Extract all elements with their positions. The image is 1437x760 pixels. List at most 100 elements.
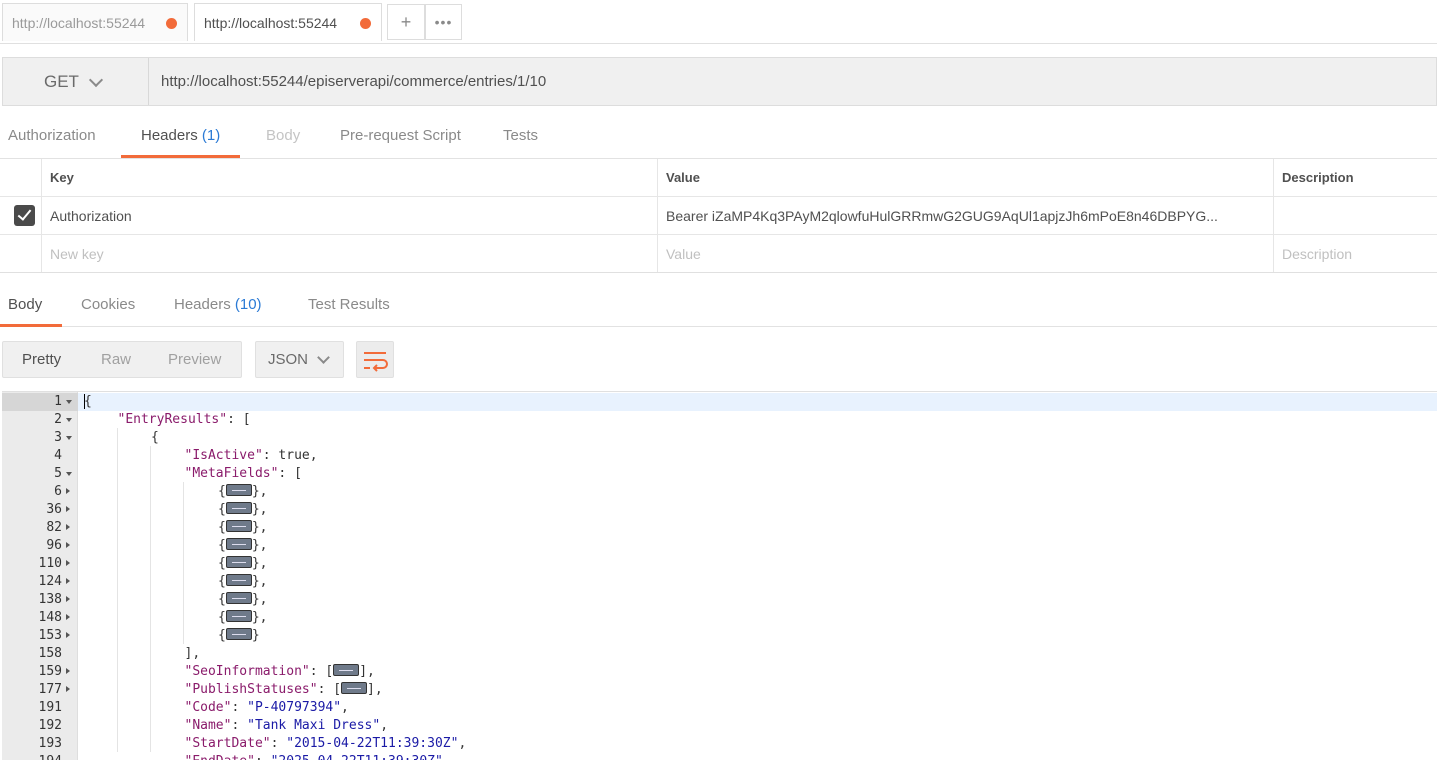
line-number: 159 <box>38 664 62 679</box>
fold-collapsed-icon[interactable] <box>66 596 70 602</box>
fold-expanded-icon[interactable] <box>66 418 72 422</box>
response-tab-test-results[interactable]: Test Results <box>308 287 390 327</box>
code-text: {}, <box>218 574 268 589</box>
column-header-description: Description <box>1282 170 1354 185</box>
tab-headers[interactable]: Headers (1) <box>121 118 241 158</box>
line-number: 96 <box>46 538 62 553</box>
fold-collapsed-icon[interactable] <box>66 668 70 674</box>
new-tab-button[interactable]: + <box>387 4 425 40</box>
response-tab-cookies[interactable]: Cookies <box>81 287 135 327</box>
request-tab-bar: http://localhost:55244 http://localhost:… <box>0 0 1437 44</box>
fold-expanded-icon[interactable] <box>66 472 72 476</box>
request-tab-2[interactable]: http://localhost:55244 <box>194 3 382 41</box>
fold-collapsed-icon[interactable] <box>66 524 70 530</box>
line-number: 2 <box>54 412 62 427</box>
table-row: Authorization Bearer iZaMP4Kq3PAyM2qlowf… <box>0 197 1437 235</box>
method-select[interactable]: GET <box>3 58 149 105</box>
format-select[interactable]: JSON <box>255 341 344 378</box>
new-value-input[interactable]: Value <box>657 235 1273 273</box>
folded-content-icon[interactable] <box>341 682 368 694</box>
folded-content-icon[interactable] <box>333 664 360 676</box>
header-description-field[interactable] <box>1273 197 1437 234</box>
line-number: 6 <box>54 484 62 499</box>
code-line: 5 "MetaFields": [ <box>2 465 1437 483</box>
url-bar: GET http://localhost:55244/episerverapi/… <box>2 57 1437 106</box>
tab-pre-request-label: Pre-request Script <box>340 127 461 144</box>
folded-content-icon[interactable] <box>225 574 252 586</box>
fold-expanded-icon[interactable] <box>66 400 72 404</box>
tab-authorization[interactable]: Authorization <box>8 118 96 158</box>
folded-content-icon[interactable] <box>225 628 252 640</box>
new-key-input[interactable]: New key <box>41 235 657 273</box>
response-tab-test-results-label: Test Results <box>308 296 390 313</box>
code-text: "StartDate": "2015-04-22T11:39:30Z", <box>184 736 467 751</box>
folded-content-icon[interactable] <box>225 610 252 622</box>
tab-body[interactable]: Body <box>266 118 300 158</box>
new-description-input[interactable]: Description <box>1273 235 1437 273</box>
response-tab-headers[interactable]: Headers (10) <box>174 287 262 327</box>
fold-collapsed-icon[interactable] <box>66 560 70 566</box>
fold-collapsed-icon[interactable] <box>66 632 70 638</box>
view-mode-group: Pretty Raw Preview <box>2 341 242 378</box>
folded-content-icon[interactable] <box>225 484 252 496</box>
line-number: 158 <box>38 646 62 661</box>
code-line: 153 {} <box>2 627 1437 645</box>
fold-expanded-icon[interactable] <box>66 436 72 440</box>
header-enabled-checkbox[interactable] <box>14 205 35 226</box>
line-number: 194 <box>2 753 62 760</box>
line-number: 191 <box>38 700 62 715</box>
line-number: 82 <box>46 520 62 535</box>
tab-tests[interactable]: Tests <box>503 118 538 158</box>
request-tab-1-label: http://localhost:55244 <box>12 15 146 31</box>
code-text: "EntryResults": [ <box>117 412 251 427</box>
unsaved-dot-icon <box>360 18 371 29</box>
line-number: 124 <box>38 574 62 589</box>
folded-content-icon[interactable] <box>225 520 252 532</box>
ellipsis-icon: ••• <box>434 14 453 30</box>
fold-collapsed-icon[interactable] <box>66 614 70 620</box>
response-tab-body[interactable]: Body <box>0 287 62 327</box>
fold-collapsed-icon[interactable] <box>66 506 70 512</box>
line-number: 3 <box>54 430 62 445</box>
fold-collapsed-icon[interactable] <box>66 488 70 494</box>
folded-content-icon[interactable] <box>225 502 252 514</box>
table-header-row: Key Value Description <box>0 159 1437 197</box>
folded-content-icon[interactable] <box>225 538 252 550</box>
unsaved-dot-icon <box>166 18 177 29</box>
request-tab-1[interactable]: http://localhost:55244 <box>2 3 188 41</box>
tab-headers-count: (1) <box>201 127 221 144</box>
response-tab-cookies-label: Cookies <box>81 296 136 313</box>
line-number: 193 <box>38 736 62 751</box>
tab-tests-label: Tests <box>503 127 539 144</box>
fold-collapsed-icon[interactable] <box>66 686 70 692</box>
header-value-field[interactable]: Bearer iZaMP4Kq3PAyM2qlowfuHulGRRmwG2GUG… <box>657 197 1273 234</box>
code-line: 124 {}, <box>2 573 1437 591</box>
code-text: {}, <box>218 520 268 535</box>
code-line: 177 "PublishStatuses": [], <box>2 681 1437 699</box>
fold-collapsed-icon[interactable] <box>66 578 70 584</box>
section-divider <box>0 272 1437 273</box>
code-text: "EndDate": "2025-04-22T11:39:30Z", <box>185 753 451 760</box>
folded-content-icon[interactable] <box>225 592 252 604</box>
code-text: {}, <box>218 538 268 553</box>
method-label: GET <box>44 72 79 91</box>
code-text: "PublishStatuses": [], <box>184 682 383 697</box>
tab-pre-request-script[interactable]: Pre-request Script <box>340 118 461 158</box>
code-text: "Name": "Tank Maxi Dress", <box>184 718 389 733</box>
code-line: 158], <box>2 645 1437 663</box>
code-text: {}, <box>218 484 268 499</box>
chevron-down-icon <box>88 72 104 88</box>
url-input[interactable]: http://localhost:55244/episerverapi/comm… <box>161 58 546 105</box>
preview-button[interactable]: Preview <box>168 342 221 377</box>
more-tabs-button[interactable]: ••• <box>425 4 462 40</box>
pretty-button[interactable]: Pretty <box>22 342 61 377</box>
line-number: 36 <box>46 502 62 517</box>
response-body-viewer[interactable]: 1{2 "EntryResults": [3{4 "IsActive": true,… <box>2 391 1437 760</box>
code-line: 194 "EndDate": "2025-04-22T11:39:30Z", <box>2 753 1437 760</box>
text-cursor <box>84 394 85 409</box>
raw-button[interactable]: Raw <box>101 342 131 377</box>
wrap-lines-button[interactable] <box>356 341 394 378</box>
folded-content-icon[interactable] <box>225 556 252 568</box>
header-key-field[interactable]: Authorization <box>41 197 657 234</box>
fold-collapsed-icon[interactable] <box>66 542 70 548</box>
